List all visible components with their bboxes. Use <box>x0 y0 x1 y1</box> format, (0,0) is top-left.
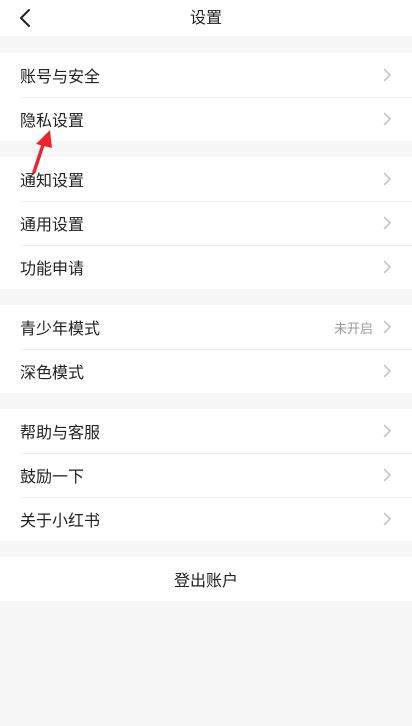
settings-item-teen-mode[interactable]: 青少年模式 未开启 <box>0 305 412 349</box>
settings-item-notifications[interactable]: 通知设置 <box>0 157 412 201</box>
teen-mode-status: 未开启 <box>333 321 373 337</box>
annotation-arrow-icon <box>32 130 52 174</box>
page-title: 设置 <box>189 8 222 27</box>
settings-item-label: 功能申请 <box>20 259 85 278</box>
chevron-right-icon <box>383 260 392 274</box>
settings-item-encourage[interactable]: 鼓励一下 <box>0 453 412 497</box>
chevron-right-icon <box>383 468 392 482</box>
settings-group-general: 通知设置 通用设置 功能申请 <box>0 157 412 289</box>
chevron-left-icon <box>20 9 30 27</box>
top-bar: 设置 <box>0 0 412 36</box>
settings-item-label: 帮助与客服 <box>20 423 101 442</box>
settings-page: 设置 账号与安全 隐私设置 通知设置 通用设置 功能申请 青少年模式 未开启 深… <box>0 0 412 726</box>
settings-item-label: 账号与安全 <box>20 67 101 86</box>
chevron-right-icon <box>383 112 392 126</box>
settings-group-account: 账号与安全 隐私设置 <box>0 53 412 141</box>
chevron-right-icon <box>383 172 392 186</box>
settings-group-modes: 青少年模式 未开启 深色模式 <box>0 305 412 393</box>
chevron-right-icon <box>383 424 392 438</box>
settings-item-account-security[interactable]: 账号与安全 <box>0 53 412 97</box>
settings-item-feature-request[interactable]: 功能申请 <box>0 245 412 289</box>
settings-item-label: 通用设置 <box>20 215 85 234</box>
chevron-right-icon <box>383 320 392 334</box>
settings-item-label: 鼓励一下 <box>20 467 85 486</box>
settings-item-label: 青少年模式 <box>20 319 101 338</box>
chevron-right-icon <box>383 512 392 526</box>
logout-button[interactable]: 登出账户 <box>0 557 412 601</box>
chevron-right-icon <box>383 68 392 82</box>
settings-item-label: 隐私设置 <box>20 111 85 130</box>
back-button[interactable] <box>10 4 40 32</box>
settings-item-help[interactable]: 帮助与客服 <box>0 409 412 453</box>
settings-item-label: 关于小红书 <box>20 511 101 530</box>
chevron-right-icon <box>383 364 392 378</box>
settings-item-general[interactable]: 通用设置 <box>0 201 412 245</box>
chevron-right-icon <box>383 216 392 230</box>
settings-item-label: 通知设置 <box>20 171 85 190</box>
settings-group-about: 帮助与客服 鼓励一下 关于小红书 <box>0 409 412 541</box>
settings-item-label: 深色模式 <box>20 363 85 382</box>
settings-item-about[interactable]: 关于小红书 <box>0 497 412 541</box>
settings-item-dark-mode[interactable]: 深色模式 <box>0 349 412 393</box>
settings-item-privacy[interactable]: 隐私设置 <box>0 97 412 141</box>
